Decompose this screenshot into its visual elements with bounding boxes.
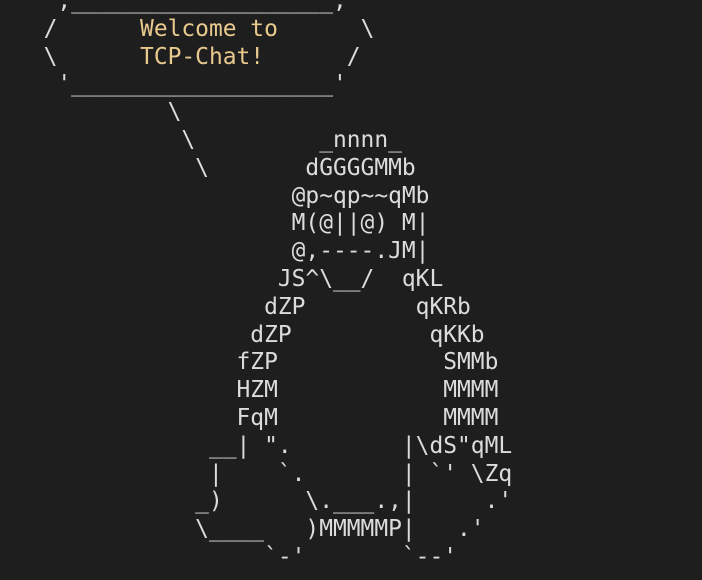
tux-art-line: dZP qKRb bbox=[16, 293, 471, 320]
tux-art-line: \ _nnnn_ bbox=[16, 126, 402, 153]
speech-bubble-line-1: / Welcome to \ bbox=[16, 15, 375, 42]
terminal-window: ,___________________, / Welcome to \ \ T… bbox=[0, 0, 702, 580]
tux-art-line: dZP qKKb bbox=[16, 321, 485, 348]
welcome-text: Welcome to bbox=[126, 15, 292, 42]
tux-art-line: \ bbox=[16, 99, 182, 126]
tux-art-line: JS^\__/ qKL bbox=[16, 265, 444, 292]
tux-art-line: FqM MMMM bbox=[16, 404, 499, 431]
tux-art-line: HZM MMMM bbox=[16, 377, 499, 404]
tux-art-line: | `. | `' \Zq bbox=[16, 460, 513, 487]
tux-art-line: @p~qp~~qMb bbox=[16, 182, 430, 209]
tux-art-line: _) \.___.,| .' bbox=[16, 488, 513, 515]
tux-art-line: \ dGGGGMMb bbox=[16, 154, 416, 181]
tcp-chat-banner-ascii-art: ,___________________, / Welcome to \ \ T… bbox=[16, 0, 513, 572]
tux-art-line: `-' `--' bbox=[16, 543, 458, 570]
tux-art-line: @,----.JM| bbox=[16, 238, 430, 265]
app-name-text: TCP-Chat! bbox=[140, 43, 265, 70]
speech-bubble-line-2: \ TCP-Chat! / bbox=[16, 43, 361, 70]
tux-art-line: __| ". |\dS"qML bbox=[16, 432, 513, 459]
tux-art-line: \____ )MMMMMP| .' bbox=[16, 516, 485, 543]
tux-art-line: M(@||@) M| bbox=[16, 210, 430, 237]
tux-art-line: fZP SMMb bbox=[16, 349, 499, 376]
speech-bubble-bottom: '___________________' bbox=[16, 71, 347, 98]
speech-bubble-top: ,___________________, bbox=[16, 0, 347, 14]
